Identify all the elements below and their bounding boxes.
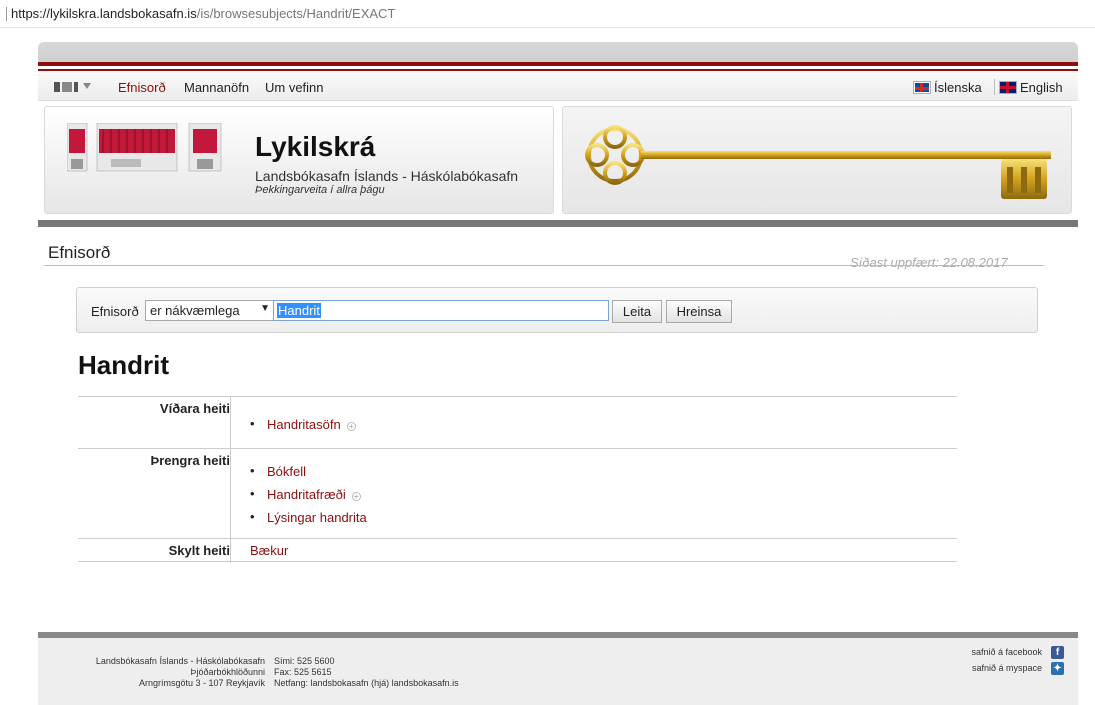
library-menu-icon[interactable] xyxy=(54,82,91,92)
top-menu: Efnisorð Mannanöfn Um vefinn Íslenska En… xyxy=(38,71,1078,101)
search-button[interactable]: Leita xyxy=(612,300,662,323)
dropdown-arrow-icon: ▼ xyxy=(260,303,270,314)
related-terms-label: Skylt heiti xyxy=(168,543,230,558)
uk-flag-icon xyxy=(1000,82,1016,93)
list-item[interactable]: Handritasöfn+ xyxy=(250,416,356,432)
broader-terms-row: Víðara heiti Handritasöfn+ xyxy=(78,396,957,449)
golden-key-illustration xyxy=(585,125,1051,199)
match-type-select[interactable]: er nákvæmlega ▼ xyxy=(145,300,277,321)
search-input[interactable]: Handrit xyxy=(273,300,609,321)
menu-item-efnisord[interactable]: Efnisorð xyxy=(118,80,166,95)
header-separator xyxy=(38,220,1078,227)
expand-icon[interactable]: + xyxy=(351,492,361,501)
lang-divider xyxy=(994,79,995,95)
list-item[interactable]: Lýsingar handrita xyxy=(250,509,367,525)
clear-button[interactable]: Hreinsa xyxy=(666,300,732,323)
subject-title: Handrit xyxy=(78,350,169,380)
footer: Landsbókasafn Íslands - Háskólabókasafn … xyxy=(38,638,1078,705)
expand-icon[interactable]: + xyxy=(346,422,356,431)
broader-terms-list: Handritasöfn+ xyxy=(250,416,356,437)
menu-item-mannanofn[interactable]: Mannanöfn xyxy=(184,80,249,95)
site-subtitle: Landsbókasafn Íslands - Háskólabókasafn xyxy=(255,168,519,184)
list-item[interactable]: Bókfell xyxy=(250,463,367,479)
narrower-terms-list: Bókfell Handritafræði+ Lýsingar handrita xyxy=(250,463,367,530)
lang-english[interactable]: English xyxy=(1000,80,1063,95)
icelandic-flag-icon xyxy=(914,82,930,93)
address-bar[interactable]: https://lykilskra.landsbokasafn.is/is/br… xyxy=(0,0,1095,28)
footer-contact: Sími: 525 5600 Fax: 525 5615 Netfang: la… xyxy=(274,656,459,688)
facebook-link[interactable]: safnið á facebook xyxy=(971,644,1042,660)
myspace-link[interactable]: safnið á myspace xyxy=(972,660,1042,676)
frame-top-bar xyxy=(38,42,1078,62)
search-panel: Efnisorð er nákvæmlega ▼ Handrit Leita H… xyxy=(76,287,1038,333)
site-tagline: Þekkingarveita í allra þágu xyxy=(255,184,385,196)
red-accent-bar xyxy=(38,62,1078,66)
search-field-label: Efnisorð xyxy=(91,304,139,319)
library-building-logo xyxy=(67,123,222,172)
facebook-icon[interactable]: f xyxy=(1051,646,1064,659)
menu-item-um-vefinn[interactable]: Um vefinn xyxy=(265,80,324,95)
lang-icelandic[interactable]: Íslenska xyxy=(914,80,982,95)
list-item[interactable]: Handritafræði+ xyxy=(250,486,367,502)
narrower-terms-label: Þrengra heiti xyxy=(150,453,230,468)
site-title: Lykilskrá xyxy=(255,131,376,162)
myspace-icon[interactable]: ✦ xyxy=(1051,662,1064,675)
column-divider xyxy=(230,449,231,539)
related-terms-row: Skylt heiti Bækur xyxy=(78,538,957,563)
narrower-terms-row: Þrengra heiti Bókfell Handritafræði+ Lýs… xyxy=(78,448,957,539)
url-text[interactable]: https://lykilskra.landsbokasafn.is/is/br… xyxy=(11,6,395,21)
heading-rule xyxy=(44,265,1044,266)
broader-terms-label: Víðara heiti xyxy=(159,401,230,416)
header-key-banner xyxy=(562,106,1072,214)
page-heading: Efnisorð xyxy=(48,243,111,262)
column-divider xyxy=(230,397,231,449)
footer-address: Landsbókasafn Íslands - Háskólabókasafn … xyxy=(95,656,265,688)
column-divider xyxy=(230,539,231,563)
related-term-link[interactable]: Bækur xyxy=(250,543,288,558)
page-frame: Efnisorð Mannanöfn Um vefinn Íslenska En… xyxy=(38,42,1078,705)
header-brand: Lykilskrá Landsbókasafn Íslands - Háskól… xyxy=(44,106,554,214)
text-cursor xyxy=(6,7,7,21)
last-updated: Síðast uppfært: 22.08.2017 xyxy=(850,255,1008,270)
